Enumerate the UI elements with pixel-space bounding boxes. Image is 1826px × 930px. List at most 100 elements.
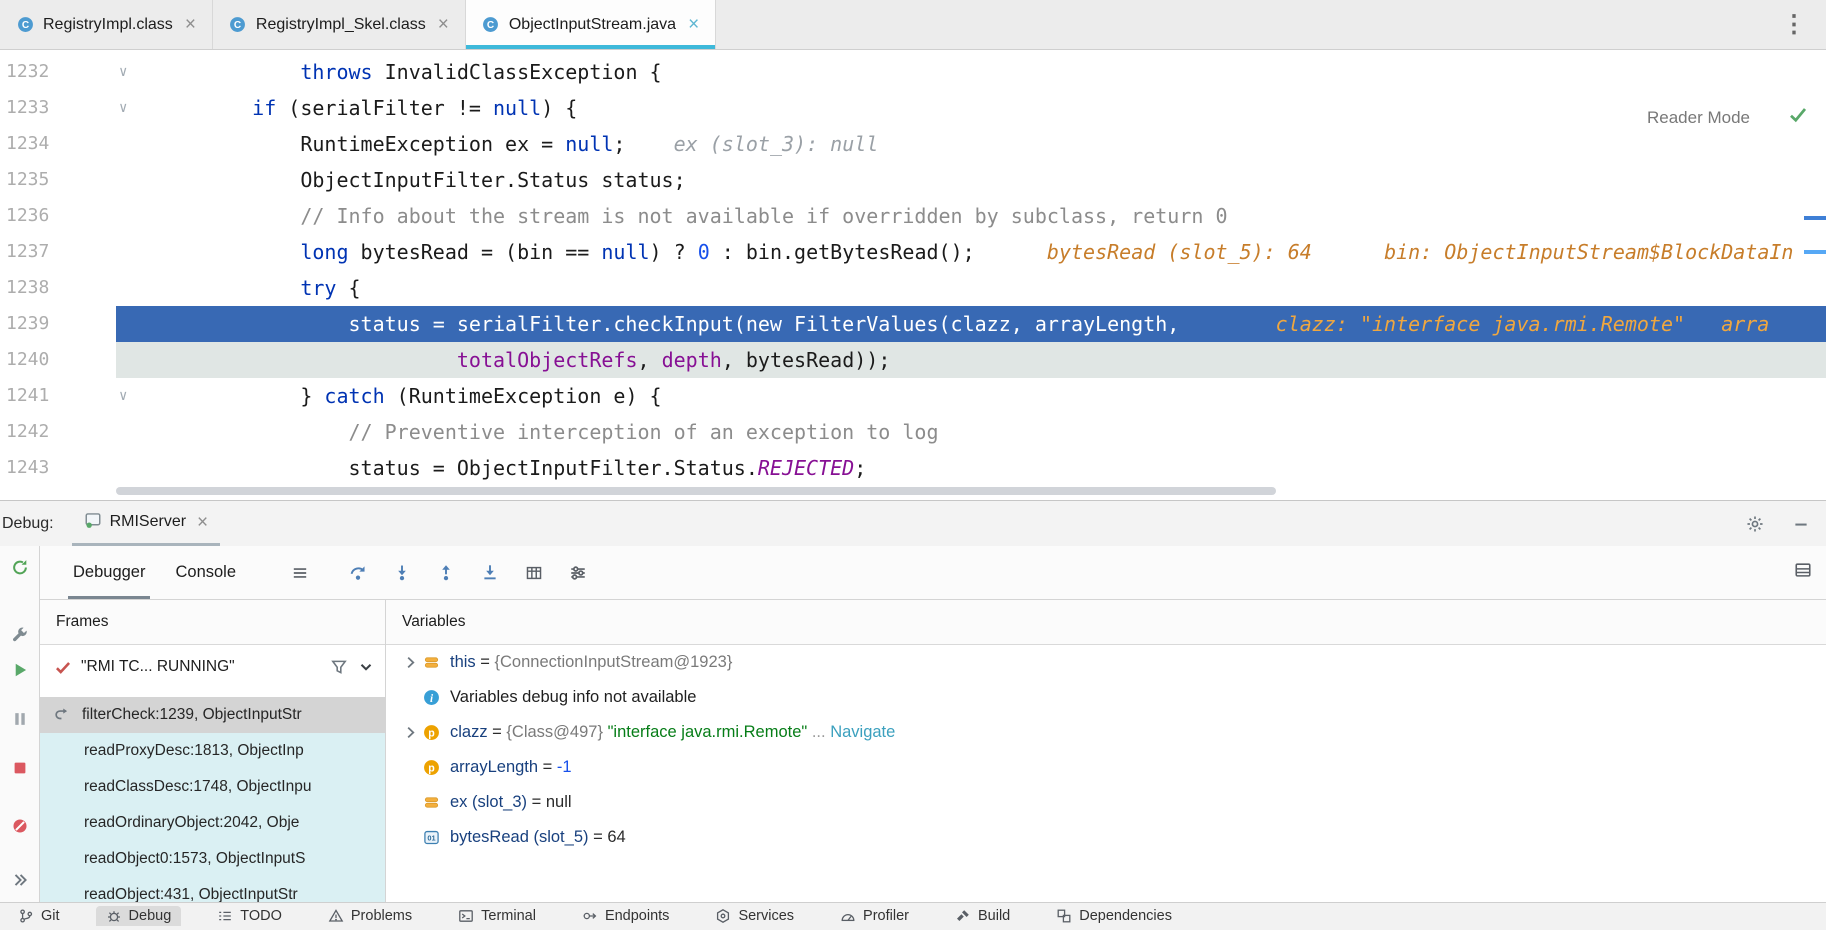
line-number[interactable]: 1234	[6, 126, 49, 162]
value-icon	[422, 654, 440, 672]
statusbar-item-build[interactable]: Build	[945, 906, 1020, 926]
close-tab-icon[interactable]: ×	[688, 15, 699, 34]
variable-row[interactable]: 01bytesRead (slot_5) = 64	[386, 820, 1826, 855]
statusbar-item-endpoints[interactable]: Endpoints	[572, 906, 680, 926]
profiler-icon	[840, 908, 856, 924]
line-number[interactable]: 1243	[6, 450, 49, 486]
variable-row[interactable]: pclazz = {Class@497} "interface java.rmi…	[386, 715, 1826, 750]
gear-icon[interactable]	[1746, 515, 1764, 533]
step-into-icon[interactable]	[393, 564, 411, 582]
rerun-debug-icon[interactable]	[11, 558, 29, 576]
line-number[interactable]: 1241	[6, 378, 49, 414]
fold-marker-icon[interactable]: ∨	[119, 90, 127, 126]
variable-value: {ConnectionInputStream@1923}	[495, 653, 733, 672]
session-tab-label: RMIServer	[110, 513, 186, 531]
code-token: null	[565, 132, 613, 156]
svg-text:p: p	[428, 727, 435, 739]
chevron-down-icon[interactable]	[357, 658, 375, 676]
statusbar-item-debug[interactable]: Debug	[96, 906, 182, 926]
code-token: ex (slot_3): null	[625, 132, 878, 156]
line-number[interactable]: 1239	[6, 306, 49, 342]
close-tab-icon[interactable]: ×	[185, 15, 196, 34]
thread-selector[interactable]: "RMI TC... RUNNING"	[40, 645, 385, 689]
stack-frame-item[interactable]: readObject:431, ObjectInputStr	[40, 877, 385, 902]
close-tab-icon[interactable]: ×	[438, 15, 449, 34]
code-token	[204, 276, 300, 300]
error-stripe-mark[interactable]	[1804, 250, 1826, 254]
frames-list: filterCheck:1239, ObjectInputStrreadProx…	[40, 697, 385, 902]
statusbar-item-dependencies[interactable]: Dependencies	[1046, 906, 1182, 926]
line-number[interactable]: 1242	[6, 414, 49, 450]
horizontal-scrollbar[interactable]	[116, 487, 1276, 495]
debug-tab-console[interactable]: Console	[160, 546, 251, 599]
thread-selector-label: "RMI TC... RUNNING"	[81, 658, 321, 676]
line-number[interactable]: 1238	[6, 270, 49, 306]
problems-icon	[328, 908, 344, 924]
code-token	[204, 420, 349, 444]
stack-frame-item[interactable]: readObject0:1573, ObjectInputS	[40, 841, 385, 877]
stop-icon[interactable]	[11, 759, 29, 777]
mute-breakpoints-icon[interactable]	[11, 817, 29, 835]
line-number[interactable]: 1233	[6, 90, 49, 126]
stack-frame-item[interactable]: readOrdinaryObject:2042, Obje	[40, 805, 385, 841]
stack-frame-item[interactable]: readClassDesc:1748, ObjectInpu	[40, 769, 385, 805]
wrench-icon[interactable]	[11, 626, 29, 644]
class-icon: C	[482, 16, 500, 34]
editor-tab[interactable]: CRegistryImpl.class×	[0, 0, 213, 49]
reader-mode-toggle[interactable]: Reader Mode	[1647, 108, 1750, 128]
class-icon: C	[16, 16, 34, 34]
variable-row[interactable]: this = {ConnectionInputStream@1923}	[386, 645, 1826, 680]
variable-value: null	[546, 793, 572, 812]
hide-tabs-icon[interactable]	[11, 871, 29, 889]
statusbar-item-services[interactable]: Services	[705, 906, 804, 926]
statusbar-item-problems[interactable]: Problems	[318, 906, 422, 926]
statusbar-item-git[interactable]: Git	[8, 906, 70, 926]
run-to-cursor-icon[interactable]	[481, 564, 499, 582]
code-token	[204, 60, 300, 84]
debug-tab-debugger[interactable]: Debugger	[58, 546, 160, 599]
line-number[interactable]: 1240	[6, 342, 49, 378]
resume-icon[interactable]	[11, 661, 29, 679]
step-out-icon[interactable]	[437, 564, 455, 582]
line-number[interactable]: 1236	[6, 198, 49, 234]
code-editor[interactable]: 1232∨ throws InvalidClassException {1233…	[0, 50, 1826, 500]
statusbar-item-profiler[interactable]: Profiler	[830, 906, 919, 926]
code-token: // Info about the stream is not availabl…	[300, 204, 1227, 228]
frames-panel: Frames "RMI TC... RUNNING" filterCheck:1…	[40, 600, 386, 902]
layout-rows-icon[interactable]	[1794, 561, 1812, 579]
filter-funnel-icon[interactable]	[330, 658, 348, 676]
code-token: ObjectInputFilter.Status status;	[204, 168, 686, 192]
grid-view-icon[interactable]	[525, 564, 543, 582]
tab-options-icon[interactable]: ⋮	[1762, 0, 1826, 49]
statusbar-item-todo[interactable]: TODO	[207, 906, 292, 926]
variable-row[interactable]: parrayLength = -1	[386, 750, 1826, 785]
variable-row[interactable]: ex (slot_3) = null	[386, 785, 1826, 820]
stack-frame-item[interactable]: readProxyDesc:1813, ObjectInp	[40, 733, 385, 769]
svg-text:C: C	[21, 20, 28, 31]
error-stripe-mark[interactable]	[1804, 216, 1826, 220]
fold-marker-icon[interactable]: ∨	[119, 54, 127, 90]
editor-tab[interactable]: CRegistryImpl_Skel.class×	[213, 0, 466, 49]
line-number[interactable]: 1232	[6, 54, 49, 90]
code-token	[1312, 240, 1384, 264]
threads-settings-icon[interactable]	[569, 564, 587, 582]
navigate-link[interactable]: Navigate	[830, 723, 895, 742]
variable-name: bytesRead (slot_5)	[450, 828, 589, 847]
hamburger-menu-icon[interactable]	[291, 564, 309, 582]
line-number[interactable]: 1235	[6, 162, 49, 198]
minimize-icon[interactable]	[1792, 515, 1810, 533]
code-token	[204, 240, 300, 264]
line-number[interactable]: 1237	[6, 234, 49, 270]
stack-frame-item[interactable]: filterCheck:1239, ObjectInputStr	[40, 697, 385, 733]
fold-marker-icon[interactable]: ∨	[119, 378, 127, 414]
variable-row[interactable]: iVariables debug info not available	[386, 680, 1826, 715]
step-over-icon[interactable]	[349, 564, 367, 582]
expand-chevron-icon[interactable]	[398, 654, 422, 671]
expand-chevron-icon[interactable]	[398, 724, 422, 741]
debug-session-tab[interactable]: RMIServer ×	[72, 501, 221, 546]
editor-tab[interactable]: CObjectInputStream.java×	[466, 0, 716, 49]
statusbar-item-terminal[interactable]: Terminal	[448, 906, 546, 926]
pause-icon[interactable]	[11, 710, 29, 728]
close-session-icon[interactable]: ×	[197, 513, 208, 532]
inspections-ok-icon[interactable]	[1788, 104, 1808, 129]
